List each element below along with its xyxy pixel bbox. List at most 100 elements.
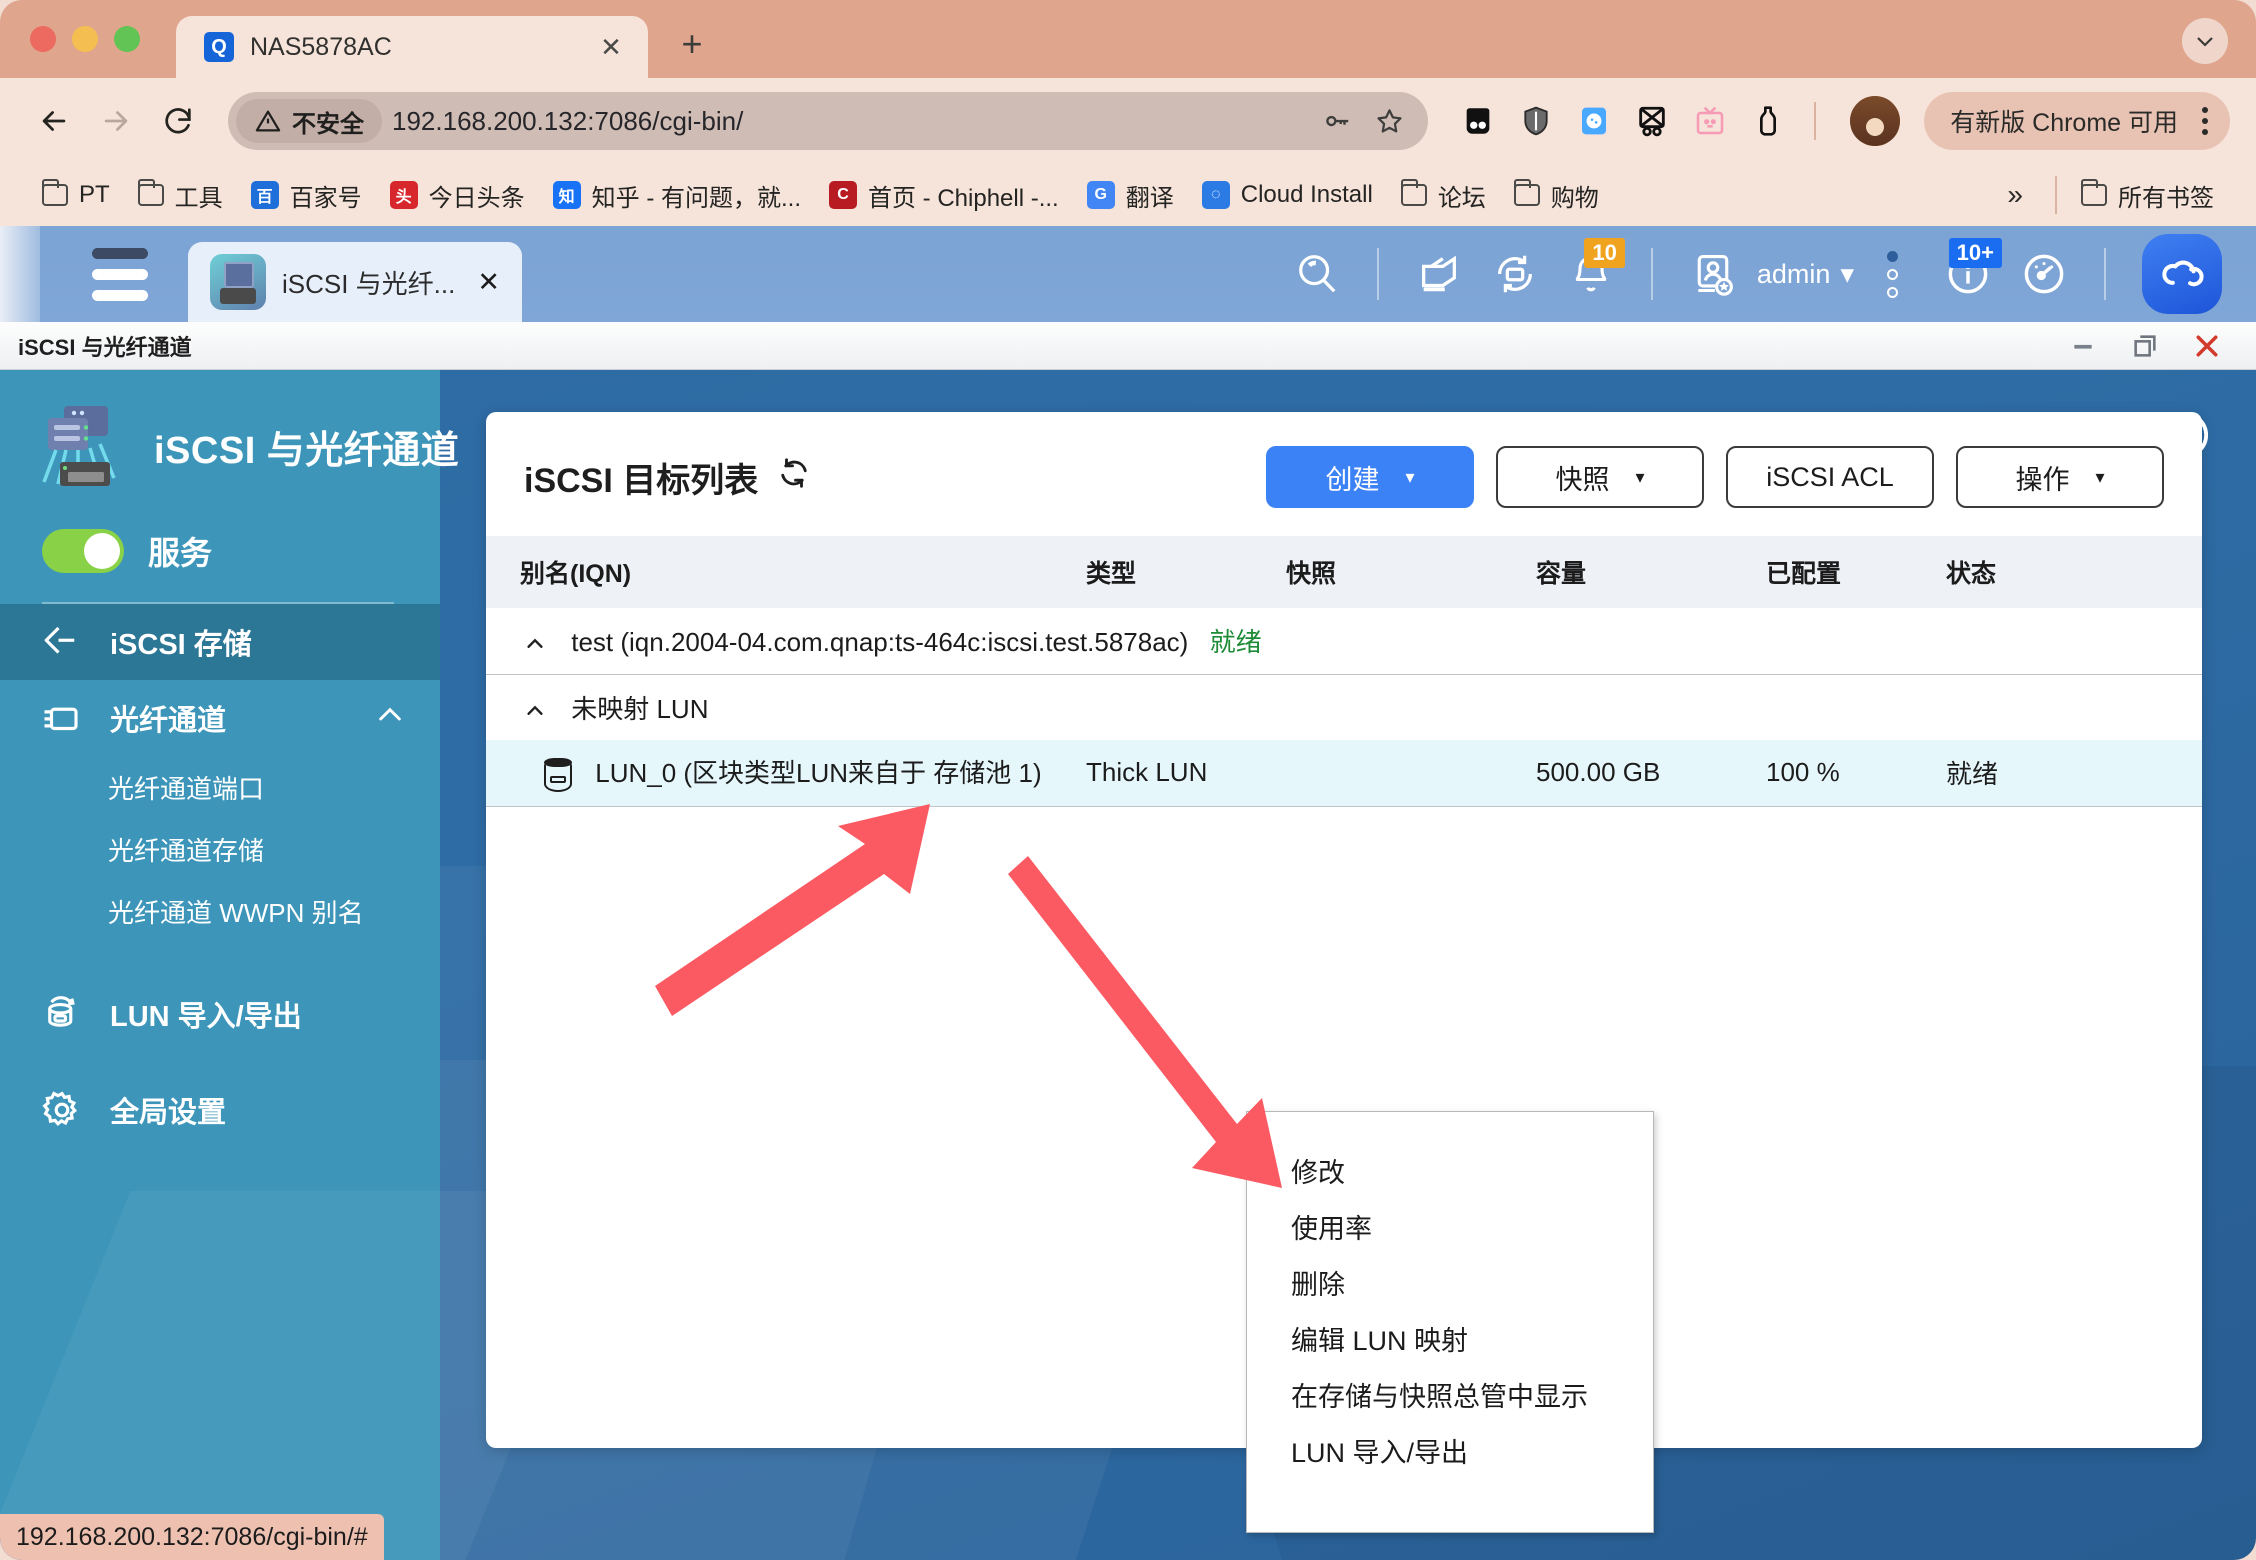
bookmark-label: PT [79,181,110,208]
security-status[interactable]: 不安全 [236,99,382,143]
column-header-alias[interactable]: 别名(IQN) [486,536,1086,608]
tab-close-icon[interactable]: ✕ [594,30,628,64]
extension-icon-1[interactable] [1456,99,1500,143]
gauge-icon[interactable] [2006,236,2082,312]
refresh-icon[interactable] [776,455,812,500]
context-menu-item-show-in-storage-manager[interactable]: 在存储与快照总管中显示 [1247,1366,1653,1422]
backup-sync-icon[interactable] [1477,236,1553,312]
browser-tab[interactable]: Q NAS5878AC ✕ [176,16,648,78]
minimize-window-button[interactable] [72,26,98,52]
maximize-icon[interactable] [2128,329,2162,363]
qnap-cloud-icon[interactable] [2142,234,2222,314]
column-header-type[interactable]: 类型 [1086,536,1286,608]
bookmark-label: 知乎 - 有问题，就... [591,184,802,212]
sidebar-item-iscsi-storage[interactable]: iSCSI 存储 [0,604,440,680]
lun-icon [544,758,572,793]
sidebar-item-fc-storage[interactable]: 光纤通道存储 [0,818,440,880]
back-icon[interactable] [26,93,82,149]
context-menu-item-delete[interactable]: 删除 [1247,1254,1653,1310]
sidebar-item-fibre-channel[interactable]: 光纤通道 [0,680,440,756]
info-icon[interactable]: 10+ [1930,236,2006,312]
bookmark-item[interactable]: G 翻译 [1073,172,1188,219]
extension-icon-shield[interactable] [1514,99,1558,143]
bookmark-item[interactable]: ◌ Cloud Install [1188,175,1387,215]
collapse-icon[interactable] [520,694,571,724]
vertical-dots-icon[interactable] [1854,236,1930,312]
chevron-double-right-icon[interactable]: » [1985,179,2045,211]
admin-menu[interactable]: admin ▾ [1757,259,1854,290]
chrome-update-button[interactable]: 有新版 Chrome 可用 [1924,92,2230,150]
operations-button[interactable]: 操作 ▾ [1956,446,2164,508]
bookmark-item[interactable]: C 首页 - Chiphell -... [815,172,1073,219]
context-menu-item-edit-lun-mapping[interactable]: 编辑 LUN 映射 [1247,1310,1653,1366]
bookmark-label: 翻译 [1125,184,1174,212]
column-header-snapshot[interactable]: 快照 [1286,536,1536,608]
bookmark-item[interactable]: PT [28,175,124,215]
iscsi-acl-button[interactable]: iSCSI ACL [1726,446,1934,508]
table-row[interactable]: LUN_0 (区块类型LUN来自于 存储池 1) Thick LUN 500.0… [486,740,2202,807]
bookmark-item[interactable]: 工具 [124,172,237,219]
column-header-status[interactable]: 状态 [1946,536,2202,608]
minimize-icon[interactable] [2066,329,2100,363]
service-toggle[interactable] [42,529,124,573]
sidebar-item-global-settings[interactable]: 全局设置 [0,1072,440,1148]
new-tab-button[interactable]: + [670,22,714,66]
extension-icon-bottle[interactable] [1746,99,1790,143]
close-window-button[interactable] [30,26,56,52]
collapse-icon[interactable] [520,627,571,657]
column-header-capacity[interactable]: 容量 [1536,536,1766,608]
extension-icon-tv[interactable] [1688,99,1732,143]
browser-toolbar: 不安全 192.168.200.132:7086/cgi-bin/ 有新版 Ch… [0,78,2256,164]
context-menu-item-modify[interactable]: 修改 [1247,1142,1653,1198]
bookmark-item[interactable]: 论坛 [1387,172,1500,219]
file-station-icon[interactable] [1401,236,1477,312]
group-row-cell: 未映射 LUN [486,674,2202,740]
key-icon[interactable] [1316,100,1358,142]
forward-icon[interactable] [88,93,144,149]
context-menu-item-lun-import-export[interactable]: LUN 导入/导出 [1247,1422,1653,1478]
user-card-icon[interactable] [1675,236,1751,312]
nas-app-tab[interactable]: iSCSI 与光纤... ✕ [188,242,522,322]
help-circle-icon[interactable] [2158,408,2212,467]
tab-title: NAS5878AC [250,32,392,61]
hamburger-icon[interactable] [92,247,148,301]
context-menu-item-usage[interactable]: 使用率 [1247,1198,1653,1254]
bookmark-list: PT 工具百百家号头今日头条知知乎 - 有问题，就... C 首页 - Chiphel… [28,172,1613,219]
all-bookmarks-button[interactable]: 所有书签 [2067,172,2228,219]
notification-bell-icon[interactable]: 10 [1553,236,1629,312]
create-button[interactable]: 创建 ▾ [1266,446,1474,508]
chevron-up-icon[interactable] [374,699,406,737]
avatar[interactable] [1850,96,1901,146]
table-row[interactable]: test (iqn.2004-04.com.qnap:ts-464c:iscsi… [486,608,2202,675]
kebab-menu-icon[interactable] [2192,107,2218,135]
bookmark-item[interactable]: 购物 [1500,172,1613,219]
nas-app-tab-close-icon[interactable]: ✕ [471,267,500,298]
table-row[interactable]: 未映射 LUN [486,674,2202,740]
maximize-window-button[interactable] [114,26,140,52]
iscsi-app-logo [36,398,132,494]
snapshot-button[interactable]: 快照 ▾ [1496,446,1704,508]
address-bar[interactable]: 不安全 192.168.200.132:7086/cgi-bin/ [228,92,1429,150]
search-icon[interactable] [1279,236,1355,312]
bookmark-item[interactable]: 知知乎 - 有问题，就... [539,172,815,219]
chevron-down-icon[interactable] [2182,18,2228,64]
bookmark-item[interactable]: 头今日头条 [376,172,539,219]
close-icon[interactable] [2190,329,2224,363]
bookmark-label: 百家号 [289,184,362,212]
warning-triangle-icon [255,110,281,132]
column-header-allocated[interactable]: 已配置 [1766,536,1946,608]
sidebar-item-fc-wwpn-alias[interactable]: 光纤通道 WWPN 别名 [0,880,440,942]
app-body: iSCSI 与光纤通道 服务 iSCSI 存储 光纤通道 光纤通道端口 光纤通道… [0,370,2256,1560]
extension-icon-cookie[interactable] [1572,99,1616,143]
star-icon[interactable] [1368,100,1410,142]
bookmark-item[interactable]: 百百家号 [237,172,376,219]
tab-favicon-icon: Q [204,32,234,62]
sidebar-item-fc-ports[interactable]: 光纤通道端口 [0,756,440,818]
service-label: 服务 [148,535,213,571]
extension-icon-scissors[interactable] [1630,99,1674,143]
bookmark-label: 购物 [1550,184,1599,212]
reload-icon[interactable] [150,93,206,149]
sidebar-item-lun-import-export[interactable]: LUN 导入/导出 [0,976,440,1052]
bookmarks-overflow: » 所有书签 [1985,172,2228,219]
chrome-browser-window: Q NAS5878AC ✕ + 不安全 192.168.200.132:7086… [0,0,2256,1560]
